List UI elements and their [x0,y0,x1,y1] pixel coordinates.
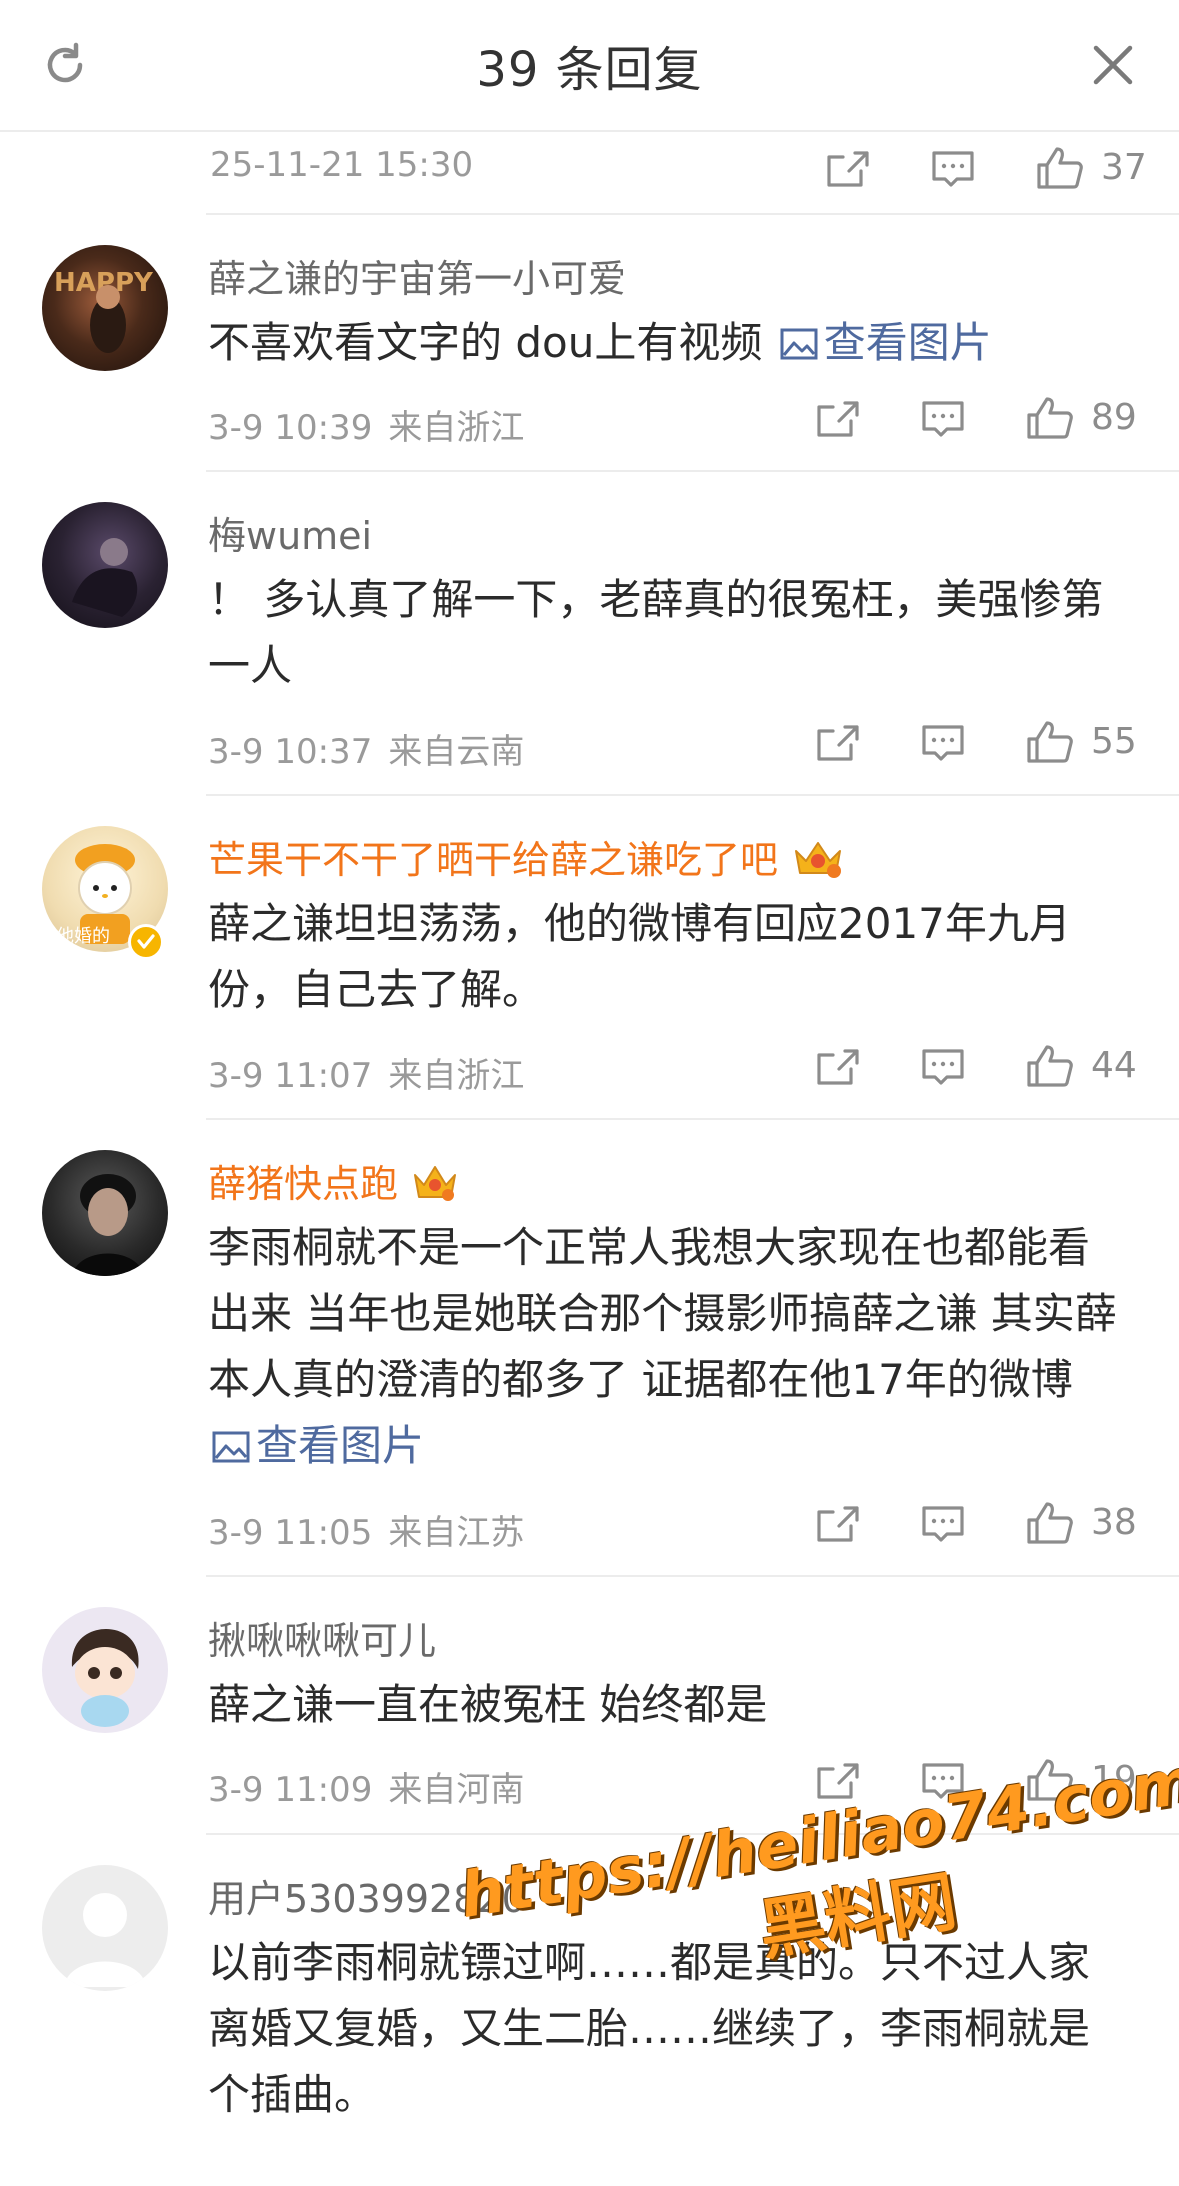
verified-badge [128,924,164,960]
avatar[interactable] [42,1607,168,1733]
comment-text: 薛之谦坦坦荡荡，他的微博有回应2017年九月份，自己去了解。 [208,899,1071,1014]
avatar[interactable] [42,1865,168,1991]
username[interactable]: 揪啾啾啾可儿 [208,1610,436,1665]
username[interactable]: 梅wumei [208,505,372,560]
image-icon [212,1417,250,1483]
share-icon[interactable] [815,1504,861,1548]
comment-item: 揪啾啾啾可儿 薛之谦一直在被冤枉 始终都是 3-9 11:09 来自河南 19 [0,1577,1179,1833]
comment-time: 3-9 11:07 [208,1056,373,1096]
username[interactable]: 芒果干不干了晒干给薛之谦吃了吧 [208,829,846,888]
comment-location: 来自浙江 [388,408,525,448]
close-icon[interactable] [1090,42,1136,92]
like-count: 19 [1091,1759,1137,1800]
comment-meta: 3-9 10:39 来自浙江 [208,400,524,449]
share-icon[interactable] [815,1047,861,1091]
view-image-label: 查看图片 [823,318,992,367]
image-icon [780,314,818,380]
comment-location: 来自浙江 [388,1056,525,1096]
comment-icon[interactable] [920,1504,966,1548]
view-image-link[interactable]: 查看图片 [776,318,992,367]
like-icon[interactable] [1025,719,1075,769]
avatar[interactable]: HAPPY [42,245,168,371]
share-icon[interactable] [815,399,861,443]
comment-time: 3-9 11:09 [208,1770,373,1810]
view-image-label: 查看图片 [256,1421,425,1470]
comment-text: 李雨桐就不是一个正常人我想大家现在也都能看出来 当年也是她联合那个摄影师搞薛之谦… [208,1215,1128,1483]
share-icon[interactable] [825,149,871,193]
comment-text: 不喜欢看文字的 dou上有视频 查看图片 [208,310,1128,380]
like-icon[interactable] [1035,145,1085,195]
comment-meta: 3-9 10:37 来自云南 [208,724,524,773]
like-icon[interactable] [1025,1043,1075,1093]
page-title: 39 条回复 [476,42,703,98]
comment-icon[interactable] [920,1761,966,1805]
comment-meta: 3-9 11:05 来自江苏 [208,1505,524,1554]
share-icon[interactable] [815,723,861,767]
share-icon[interactable] [815,1761,861,1805]
like-icon[interactable] [1025,395,1075,445]
comment-meta-partial: 25-11-21 15:30 37 [0,135,1179,215]
comment-location: 来自云南 [388,732,525,772]
like-count: 37 [1101,147,1147,188]
like-count: 89 [1091,397,1137,438]
like-count: 55 [1091,721,1137,762]
avatar-caption: 他婚的 [56,926,110,947]
comment-icon[interactable] [920,399,966,443]
comment-item: HAPPY 薛之谦的宇宙第一小可爱 不喜欢看文字的 dou上有视频 查看图片 3… [0,215,1179,470]
like-count: 38 [1091,1502,1137,1543]
comment-icon[interactable] [920,1047,966,1091]
username-text: 薛猪快点跑 [208,1162,399,1206]
comment-body: 不喜欢看文字的 dou上有视频 [208,318,776,367]
comment-meta: 3-9 11:09 来自河南 [208,1762,524,1811]
comment-time: 25-11-21 15:30 [210,145,474,185]
comment-location: 来自江苏 [388,1513,525,1553]
avatar[interactable] [42,1150,168,1276]
comment-text: 以前李雨桐就镖过啊……都是真的。只不过人家离婚又复婚，又生二胎……继续了，李雨桐… [208,1938,1091,2119]
crown-icon [790,837,846,888]
view-image-link[interactable]: 查看图片 [208,1421,424,1470]
like-count: 44 [1091,1045,1137,1086]
comment-body: 李雨桐就不是一个正常人我想大家现在也都能看出来 当年也是她联合那个摄影师搞薛之谦… [208,1223,1117,1404]
comment-time: 3-9 10:37 [208,732,373,772]
comment-time: 3-9 11:05 [208,1513,373,1553]
username[interactable]: 薛之谦的宇宙第一小可爱 [208,248,626,303]
comment-item: 用户5303992820 以前李雨桐就镖过啊……都是真的。只不过人家离婚又复婚，… [0,1835,1179,2186]
header: 39 条回复 [0,0,1179,132]
like-icon[interactable] [1025,1500,1075,1550]
comment-text: 薛之谦一直在被冤枉 始终都是 [208,1680,768,1729]
avatar[interactable] [42,502,168,628]
crown-icon [410,1161,460,1212]
like-icon[interactable] [1025,1757,1075,1807]
comment-text: ！ 多认真了解一下，老薛真的很冤枉，美强惨第一人 [208,575,1104,690]
comment-icon[interactable] [920,723,966,767]
username[interactable]: 用户5303992820 [208,1868,526,1923]
comment-item: 薛猪快点跑 李雨桐就不是一个正常人我想大家现在也都能看出来 当年也是她联合那个摄… [0,1120,1179,1575]
comment-item: 梅wumei ！ 多认真了解一下，老薛真的很冤枉，美强惨第一人 3-9 10:3… [0,472,1179,794]
comment-icon[interactable] [930,149,976,193]
comment-time: 3-9 10:39 [208,408,373,448]
username-text: 芒果干不干了晒干给薛之谦吃了吧 [208,838,779,882]
comment-item: 他婚的 芒果干不干了晒干给薛之谦吃了吧 薛之谦坦坦荡荡，他的微博有回应2017年… [0,796,1179,1118]
comment-location: 来自河南 [388,1770,525,1810]
username[interactable]: 薛猪快点跑 [208,1153,460,1212]
comment-meta: 3-9 11:07 来自浙江 [208,1048,524,1097]
